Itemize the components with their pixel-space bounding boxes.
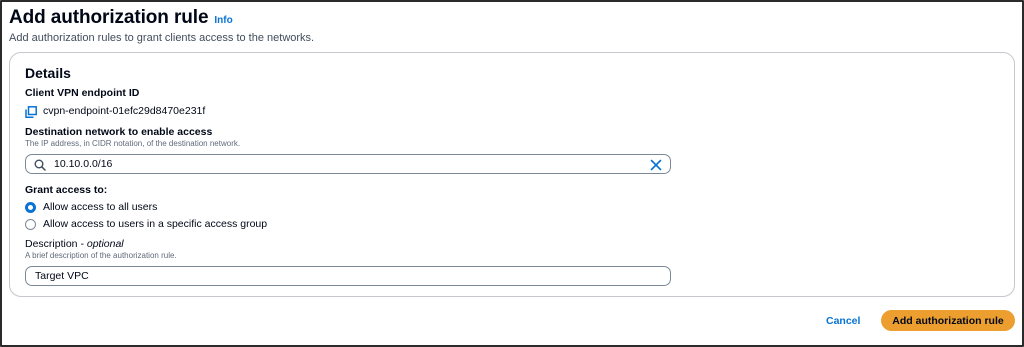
description-field: Description - optional A brief descripti… xyxy=(25,238,177,260)
endpoint-field: Client VPN endpoint ID cvpn-endpoint-01e… xyxy=(25,87,206,118)
info-link[interactable]: Info xyxy=(214,15,232,26)
search-icon xyxy=(34,158,46,171)
page-header: Add authorization rule Info Add authoriz… xyxy=(9,7,314,44)
page-subtitle: Add authorization rules to grant clients… xyxy=(9,32,315,44)
endpoint-id-value: cvpn-endpoint-01efc29d8470e231f xyxy=(43,105,206,117)
clear-icon[interactable] xyxy=(650,158,662,171)
radio-button-unchecked[interactable] xyxy=(25,218,36,230)
copy-icon[interactable] xyxy=(25,105,37,118)
cancel-button[interactable]: Cancel xyxy=(826,311,860,331)
optional-tag: optional xyxy=(86,238,124,250)
destination-network-input[interactable] xyxy=(54,158,650,170)
radio-option-all-users[interactable]: Allow access to all users xyxy=(25,201,267,213)
radio-label-all-users: Allow access to all users xyxy=(43,201,158,213)
radio-button-checked[interactable] xyxy=(25,201,36,213)
details-heading: Details xyxy=(25,65,71,81)
destination-field: Destination network to enable access The… xyxy=(25,126,240,148)
destination-description: The IP address, in CIDR notation, of the… xyxy=(25,139,241,148)
grant-access-label: Grant access to: xyxy=(25,184,108,196)
destination-search-box xyxy=(25,154,671,174)
add-authorization-rule-button[interactable]: Add authorization rule xyxy=(881,310,1015,331)
destination-label: Destination network to enable access xyxy=(25,126,213,138)
description-label: Description - optional xyxy=(25,238,177,250)
radio-label-access-group: Allow access to users in a specific acce… xyxy=(43,218,268,230)
grant-access-field: Grant access to: Allow access to all use… xyxy=(25,184,267,230)
details-container: Details Client VPN endpoint ID cvpn-endp… xyxy=(9,52,1015,297)
title-row: Add authorization rule Info xyxy=(9,7,314,29)
description-box xyxy=(25,266,671,286)
description-hint: A brief description of the authorization… xyxy=(25,251,177,260)
endpoint-label: Client VPN endpoint ID xyxy=(25,87,140,99)
endpoint-row: cvpn-endpoint-01efc29d8470e231f xyxy=(25,105,206,118)
radio-option-access-group[interactable]: Allow access to users in a specific acce… xyxy=(25,218,267,230)
description-input[interactable] xyxy=(35,270,661,282)
description-label-text: Description - xyxy=(25,238,87,250)
page-title: Add authorization rule xyxy=(9,7,209,28)
